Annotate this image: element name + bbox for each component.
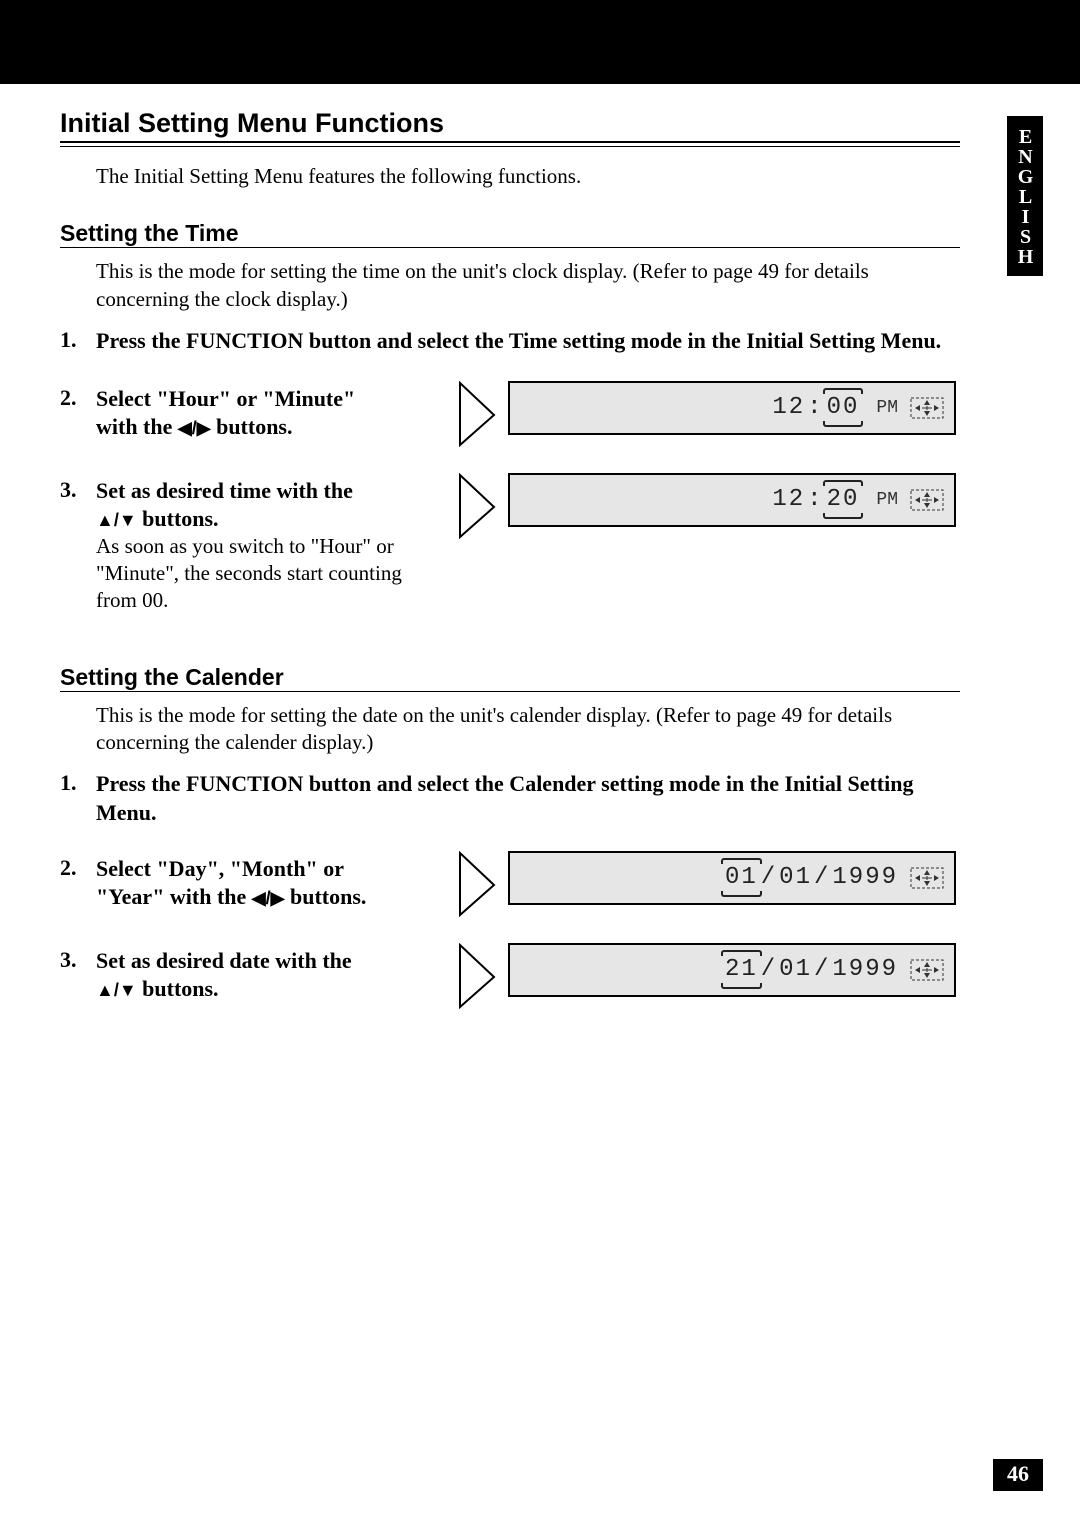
nav-icon	[910, 959, 944, 981]
section-rule	[60, 691, 960, 692]
calendar-lcd-1: 01/01/1999	[454, 851, 956, 919]
calendar-step-2: Select "Day", "Month" or "Year" with the…	[60, 855, 960, 919]
lcd-date-value: 01/01/1999	[724, 864, 898, 891]
left-right-icon: ◀/▶	[252, 887, 285, 910]
top-black-band	[0, 0, 1080, 84]
time-intro: This is the mode for setting the time on…	[96, 258, 960, 313]
lcd-day-blink: 01	[724, 864, 759, 891]
lcd-minute-blink: 00	[826, 394, 861, 421]
lcd-display: 21/01/1999	[508, 943, 956, 997]
lcd-ampm: PM	[876, 490, 898, 510]
calendar-intro: This is the mode for setting the date on…	[96, 702, 960, 757]
language-tab-label: ENGLISH	[1014, 126, 1037, 266]
time-step-3-line2: ▲/▼ buttons.	[96, 505, 436, 533]
nav-icon	[910, 489, 944, 511]
time-step-3-line1: Set as desired time with the	[96, 477, 436, 505]
lcd-ampm: PM	[876, 398, 898, 418]
calendar-step-3: Set as desired date with the ▲/▼ buttons…	[60, 947, 960, 1011]
left-right-icon: ◀/▶	[178, 417, 211, 440]
calendar-step-3-line1: Set as desired date with the	[96, 947, 436, 975]
lcd-display: 12:00 PM	[508, 381, 956, 435]
time-step-3-note: As soon as you switch to "Hour" or "Minu…	[96, 533, 436, 614]
up-down-icon: ▲/▼	[96, 979, 137, 1002]
lcd-pointer-icon	[454, 851, 502, 919]
time-lcd-1: 12:00 PM	[454, 381, 956, 449]
calendar-step-2-line2: "Year" with the ◀/▶ buttons.	[96, 883, 436, 911]
lcd-day-blink: 21	[724, 956, 759, 983]
calendar-step-1: Press the FUNCTION button and select the…	[60, 770, 960, 826]
lcd-pointer-icon	[454, 943, 502, 1011]
time-steps: Press the FUNCTION button and select the…	[60, 327, 960, 614]
section-time-heading: Setting the Time	[60, 220, 960, 247]
page-number-badge: 46	[993, 1459, 1043, 1491]
time-step-3: Set as desired time with the ▲/▼ buttons…	[60, 477, 960, 614]
up-down-icon: ▲/▼	[96, 509, 137, 532]
lcd-display: 12:20 PM	[508, 473, 956, 527]
calendar-lcd-2: 21/01/1999	[454, 943, 956, 1011]
time-step-1-text: Press the FUNCTION button and select the…	[96, 327, 960, 355]
lcd-time-value: 12:20	[772, 486, 860, 513]
title-rule	[60, 141, 960, 147]
time-step-2: Select "Hour" or "Minute" with the ◀/▶ b…	[60, 385, 960, 449]
section-calendar-heading: Setting the Calender	[60, 664, 960, 691]
page-intro: The Initial Setting Menu features the fo…	[96, 163, 960, 190]
calendar-step-1-text: Press the FUNCTION button and select the…	[96, 770, 960, 826]
calendar-steps: Press the FUNCTION button and select the…	[60, 770, 960, 1010]
section-rule	[60, 247, 960, 248]
page-number-text: 46	[1007, 1461, 1029, 1486]
time-step-2-line1: Select "Hour" or "Minute"	[96, 385, 436, 413]
lcd-pointer-icon	[454, 473, 502, 541]
lcd-pointer-icon	[454, 381, 502, 449]
page-title: Initial Setting Menu Functions	[60, 108, 960, 139]
lcd-date-value: 21/01/1999	[724, 956, 898, 983]
nav-icon	[910, 867, 944, 889]
time-lcd-2: 12:20 PM	[454, 473, 956, 541]
page-content: Initial Setting Menu Functions The Initi…	[60, 100, 960, 1039]
language-tab: ENGLISH	[1007, 116, 1043, 276]
time-step-2-line2: with the ◀/▶ buttons.	[96, 413, 436, 441]
calendar-step-3-line2: ▲/▼ buttons.	[96, 975, 436, 1003]
time-step-1: Press the FUNCTION button and select the…	[60, 327, 960, 357]
calendar-step-2-line1: Select "Day", "Month" or	[96, 855, 436, 883]
nav-icon	[910, 397, 944, 419]
lcd-display: 01/01/1999	[508, 851, 956, 905]
lcd-minute-blink: 20	[826, 486, 861, 513]
lcd-time-value: 12:00	[772, 394, 860, 421]
